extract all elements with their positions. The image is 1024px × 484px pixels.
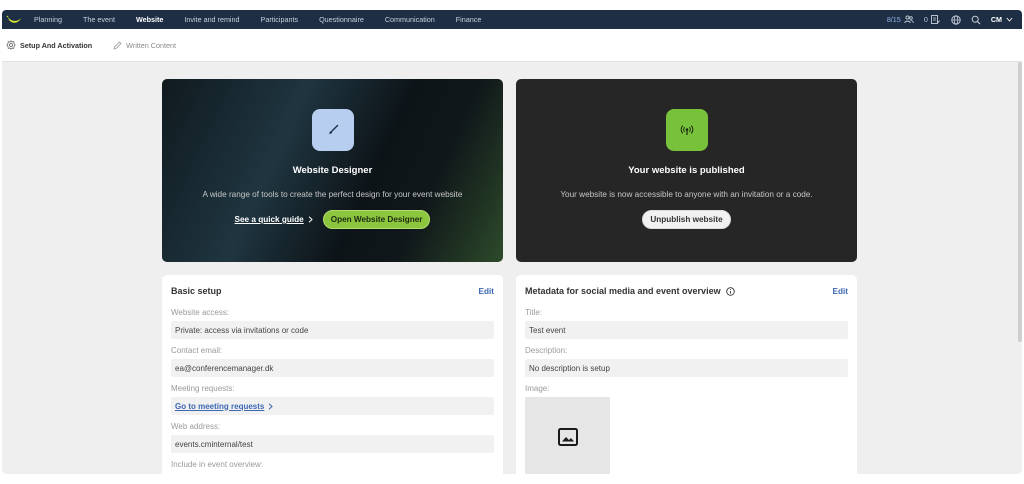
banana-logo-icon[interactable] — [6, 14, 22, 26]
chevron-right-icon — [268, 402, 274, 410]
participants-count: 8/15 — [886, 15, 901, 24]
contact-email-label: Contact email: — [171, 346, 223, 355]
basic-setup-header: Basic setup Edit — [171, 275, 494, 305]
basic-setup-card: Basic setup Edit Website access: Private… — [162, 275, 503, 474]
nav-participants[interactable]: Participants — [261, 15, 299, 24]
website-designer-card: Website Designer A wide range of tools t… — [162, 79, 503, 262]
unpublish-website-button[interactable]: Unpublish website — [642, 210, 731, 229]
designer-actions: See a quick guide Open Website Designer — [235, 210, 431, 229]
top-navigation: Planning The event Website Invite and re… — [2, 10, 1022, 29]
web-address-label: Web address: — [171, 422, 221, 431]
basic-setup-title: Basic setup — [171, 286, 222, 296]
pencil-icon — [112, 40, 122, 50]
paintbrush-icon — [328, 124, 338, 134]
chevron-right-icon — [308, 215, 313, 225]
user-menu[interactable]: CM — [991, 15, 1014, 25]
metadata-title-row: Metadata for social media and event over… — [525, 286, 735, 296]
meta-title-value: Test event — [525, 321, 848, 339]
website-access-label: Website access: — [171, 308, 230, 317]
meeting-requests-label: Meeting requests: — [171, 384, 235, 393]
search-icon[interactable] — [971, 15, 981, 25]
tab-written-label: Written Content — [126, 40, 176, 50]
broadcast-icon — [680, 125, 693, 135]
info-icon[interactable] — [725, 286, 735, 296]
published-actions: Unpublish website — [642, 210, 731, 229]
website-access-value: Private: access via invitations or code — [171, 321, 494, 339]
contact-email-value: ea@conferencemanager.dk — [171, 359, 494, 377]
nav-communication[interactable]: Communication — [385, 15, 435, 24]
people-icon — [904, 15, 914, 25]
participants-counter[interactable]: 8/15 — [887, 15, 914, 25]
meeting-requests-row: Go to meeting requests — [171, 397, 494, 415]
published-description: Your website is now accessible to anyone… — [560, 190, 813, 199]
designer-title: Website Designer — [292, 165, 373, 176]
nav-the-event[interactable]: The event — [83, 15, 115, 24]
open-website-designer-button[interactable]: Open Website Designer — [322, 210, 431, 229]
nav-website[interactable]: Website — [136, 15, 163, 24]
tasks-count: 0 — [923, 15, 928, 24]
metadata-card: Metadata for social media and event over… — [516, 275, 857, 474]
tasks-counter[interactable]: 0 — [924, 15, 941, 25]
metadata-header: Metadata for social media and event over… — [525, 275, 848, 305]
meta-description-value: No description is setup — [525, 359, 848, 377]
published-tile — [665, 109, 708, 151]
tab-setup-and-activation[interactable]: Setup And Activation — [6, 40, 92, 50]
image-placeholder[interactable] — [525, 397, 610, 474]
designer-tile — [311, 109, 354, 151]
tab-setup-label: Setup And Activation — [20, 40, 93, 50]
app-window: Planning The event Website Invite and re… — [2, 10, 1022, 474]
tab-written-content[interactable]: Written Content — [112, 40, 176, 50]
event-overview-label: Include in event overview: — [171, 460, 264, 469]
checklist-icon — [931, 15, 941, 25]
chevron-down-icon — [1004, 15, 1014, 25]
meta-description-label: Description: — [525, 346, 568, 355]
nav-invite-and-remind[interactable]: Invite and remind — [184, 15, 239, 24]
page-scrollbar[interactable] — [1018, 62, 1022, 342]
image-icon — [557, 428, 578, 446]
nav-right-group: 8/15 0 CM — [887, 14, 1014, 25]
published-title: Your website is published — [628, 165, 745, 176]
quick-guide-label: See a quick guide — [234, 215, 304, 224]
metadata-title: Metadata for social media and event over… — [525, 286, 721, 296]
nav-questionnaire[interactable]: Questionnaire — [319, 15, 364, 24]
meeting-requests-link[interactable]: Go to meeting requests — [175, 402, 264, 411]
sub-navigation: Setup And Activation Written Content — [2, 29, 1022, 62]
nav-finance[interactable]: Finance — [456, 15, 482, 24]
designer-description: A wide range of tools to create the perf… — [202, 190, 463, 199]
meta-title-label: Title: — [525, 308, 543, 317]
quick-guide-link[interactable]: See a quick guide — [235, 215, 313, 225]
metadata-edit-link[interactable]: Edit — [833, 287, 848, 296]
nav-planning[interactable]: Planning — [34, 15, 62, 24]
gear-icon — [6, 40, 16, 50]
meta-image-label: Image: — [525, 384, 550, 393]
web-address-value: events.cminternal/test — [171, 435, 494, 453]
user-initials: CM — [990, 15, 1002, 24]
globe-icon[interactable] — [951, 14, 961, 25]
website-published-card: Your website is published Your website i… — [516, 79, 857, 262]
basic-setup-edit-link[interactable]: Edit — [479, 287, 494, 296]
